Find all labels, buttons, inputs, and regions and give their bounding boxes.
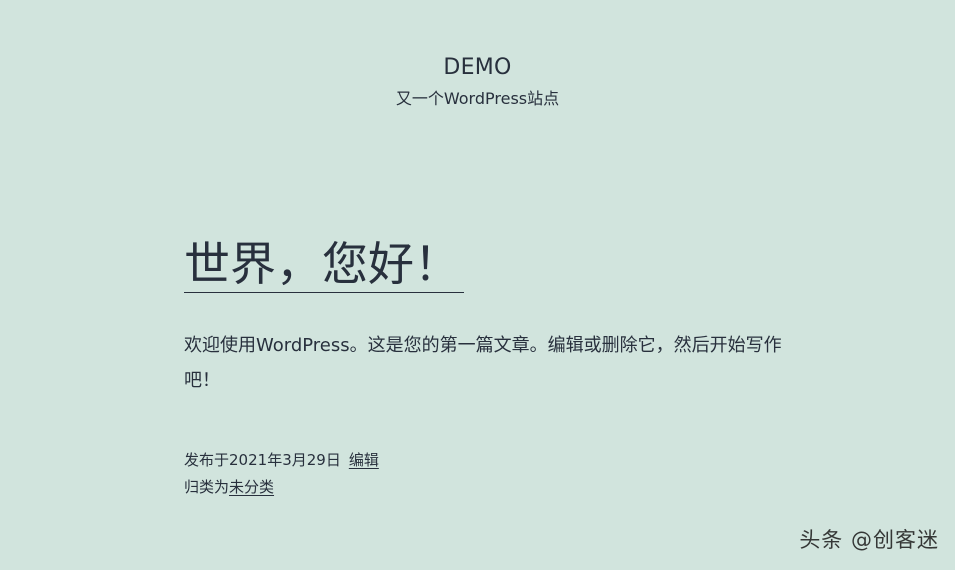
post-date-line: 发布于2021年3月29日 编辑 bbox=[184, 447, 794, 474]
site-title-link[interactable]: DEMO bbox=[443, 52, 511, 84]
watermark: 头条 @创客迷 bbox=[799, 528, 939, 552]
category-link[interactable]: 未分类 bbox=[229, 478, 274, 496]
post-category-line: 归类为未分类 bbox=[184, 474, 794, 501]
edit-post-link[interactable]: 编辑 bbox=[349, 451, 379, 469]
site-tagline: 又一个WordPress站点 bbox=[395, 89, 560, 108]
post-meta: 发布于2021年3月29日 编辑 归类为未分类 bbox=[184, 447, 794, 501]
post-content: 欢迎使用WordPress。这是您的第一篇文章。编辑或删除它，然后开始写作吧！ bbox=[184, 335, 782, 391]
post-title: 世界，您好！ bbox=[184, 234, 794, 294]
page: { "site": { "title": "DEMO", "tagline": … bbox=[0, 0, 955, 570]
published-prefix: 发布于 bbox=[184, 451, 230, 469]
category-prefix: 归类为 bbox=[184, 478, 230, 496]
post-title-link[interactable]: 世界，您好！ bbox=[184, 236, 464, 293]
published-date: 2021年3月29日 bbox=[229, 451, 341, 469]
post-article: 世界，您好！ 欢迎使用WordPress。这是您的第一篇文章。编辑或删除它，然后… bbox=[184, 234, 794, 501]
site-header: DEMO 又一个WordPress站点 bbox=[0, 52, 955, 111]
